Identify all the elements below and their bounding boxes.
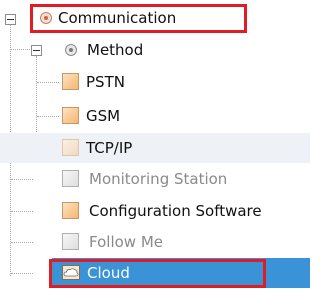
highlight-outline-communication: [30, 4, 247, 33]
tree-node-label: PSTN: [86, 73, 125, 91]
tree-node-label: GSM: [86, 107, 121, 125]
tree-node-gsm[interactable]: GSM: [0, 101, 310, 131]
tree-node-follow-me[interactable]: Follow Me: [0, 227, 310, 257]
tree-node-label: Monitoring Station: [89, 170, 228, 188]
settings-page-icon: [62, 107, 79, 124]
tree-guide-line: [11, 273, 33, 274]
collapse-icon[interactable]: [31, 45, 42, 56]
tree-node-monitoring-station[interactable]: Monitoring Station: [0, 164, 310, 194]
settings-page-icon: [62, 139, 79, 156]
tree-node-pstn[interactable]: PSTN: [0, 67, 310, 97]
highlight-outline-cloud: [49, 259, 266, 288]
settings-page-icon: [62, 233, 79, 250]
settings-page-icon: [62, 73, 79, 90]
settings-tree: Communication Method PSTN GSM TCP/IP Mon…: [0, 0, 310, 290]
collapse-icon[interactable]: [5, 14, 16, 25]
tree-node-label: Method: [87, 41, 144, 59]
settings-page-icon: [62, 202, 79, 219]
tree-node-label: Configuration Software: [89, 202, 262, 220]
tree-node-tcpip[interactable]: TCP/IP: [0, 133, 310, 163]
settings-page-icon: [62, 170, 79, 187]
tree-node-method[interactable]: Method: [0, 35, 310, 65]
group-node-icon: [65, 44, 77, 56]
tree-node-configuration-software[interactable]: Configuration Software: [0, 196, 310, 226]
tree-node-label: Follow Me: [89, 233, 163, 251]
tree-node-label: TCP/IP: [86, 139, 133, 157]
